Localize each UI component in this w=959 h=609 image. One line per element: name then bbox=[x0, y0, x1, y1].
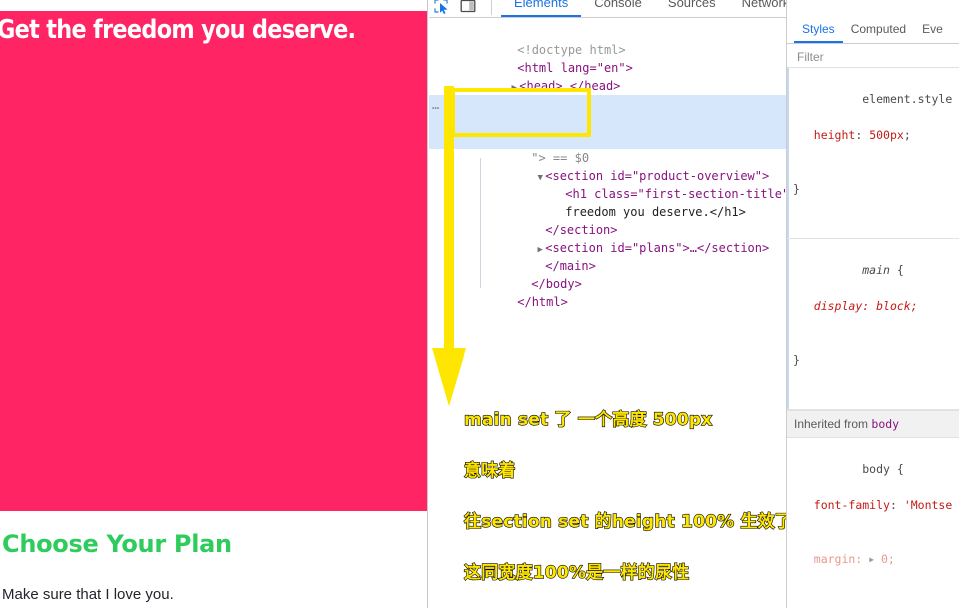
dom-line-head[interactable]: ▶ <head>…</head> bbox=[429, 59, 786, 93]
annotation-note-2: 意味着 bbox=[463, 460, 516, 481]
styles-filter-bar[interactable] bbox=[787, 45, 959, 68]
styles-rules-list: element.style { height: 500px; } main { … bbox=[787, 68, 959, 608]
style-rule-element-style[interactable]: element.style { height: 500px; } bbox=[787, 68, 959, 239]
rule-close-brace-0: } bbox=[793, 182, 800, 196]
colon-3: : bbox=[855, 552, 870, 566]
styles-filter-input[interactable] bbox=[795, 49, 949, 65]
device-toolbar-icon[interactable] bbox=[459, 0, 477, 15]
dom-line-h1-part2[interactable]: freedom you deserve.</h1> bbox=[429, 185, 786, 219]
plans-subtitle: Make sure that I love you. bbox=[2, 586, 174, 603]
tab-computed[interactable]: Computed bbox=[843, 17, 914, 43]
rule-open-brace-0: { bbox=[952, 92, 959, 106]
declaration-height[interactable]: height: 500px; bbox=[793, 126, 959, 144]
style-rule-main[interactable]: main { display: block; } bbox=[787, 239, 959, 410]
dom-line-html-close[interactable]: </html> bbox=[429, 275, 786, 309]
screenshot-root: Get the freedom you deserve. Choose Your… bbox=[0, 0, 959, 608]
annotation-note-1: main set 了 一个高度 500px bbox=[463, 409, 713, 430]
style-rule-body[interactable]: body { font-family: 'Montse margin: ▶ 0;… bbox=[787, 438, 959, 608]
dom-line-main-close[interactable]: </main> bbox=[429, 239, 786, 273]
dom-line-body-open[interactable]: ▼<body> bbox=[429, 77, 786, 111]
semicolon-1: ; bbox=[910, 299, 918, 313]
dom-line-section-plans[interactable]: ▶ <section id="plans">…</section> bbox=[429, 221, 786, 255]
dom-line-main-attr-close[interactable]: "> == $0 bbox=[429, 131, 786, 165]
tab-console[interactable]: Console bbox=[581, 0, 655, 17]
indent-guide-1 bbox=[480, 158, 481, 288]
rule-selector-element-style[interactable]: element.style bbox=[862, 92, 952, 106]
tab-sources[interactable]: Sources bbox=[655, 0, 729, 17]
dom-line-html-open[interactable]: <html lang="en"> bbox=[429, 41, 786, 75]
dom-line-body-close[interactable]: </body> bbox=[429, 257, 786, 291]
colon-2: : bbox=[889, 498, 904, 512]
devtools-panel: Elements Console Sources Network Perform… bbox=[429, 0, 959, 608]
expand-margin-icon[interactable]: ▶ bbox=[869, 551, 874, 569]
html-close-text: </html> bbox=[517, 295, 568, 309]
rule-close-brace-2: } bbox=[793, 605, 959, 609]
declaration-margin[interactable]: margin: ▶ 0; bbox=[793, 550, 959, 569]
declaration-property-height[interactable]: height bbox=[814, 128, 856, 142]
rule-open-brace-2: { bbox=[889, 462, 904, 476]
declaration-value-font-family[interactable]: 'Montse bbox=[904, 498, 952, 512]
declaration-value-display[interactable]: block bbox=[876, 299, 911, 313]
declaration-display[interactable]: display: block; bbox=[793, 297, 959, 315]
declaration-value-height[interactable]: 500px bbox=[869, 128, 904, 142]
node-badge-ellipsis-icon[interactable]: … bbox=[432, 96, 440, 114]
dom-tree: <!doctype html> <html lang="en"> ▶ <head>… bbox=[429, 23, 786, 309]
plans-section: Choose Your Plan Make sure that I love y… bbox=[0, 511, 427, 608]
declaration-property-display[interactable]: display bbox=[814, 299, 862, 313]
styles-sidebar: Styles Computed Eve element.style { heig… bbox=[786, 0, 959, 608]
inspect-element-icon[interactable] bbox=[432, 0, 450, 15]
inherited-header-body: Inherited from body bbox=[787, 410, 959, 438]
rule-selector-body[interactable]: body bbox=[862, 462, 890, 476]
page-viewport: Get the freedom you deserve. Choose Your… bbox=[0, 0, 428, 608]
declaration-property-margin[interactable]: margin bbox=[814, 552, 856, 566]
product-overview-section: Get the freedom you deserve. bbox=[0, 11, 427, 511]
toolbar-divider bbox=[491, 0, 492, 15]
declaration-value-margin[interactable]: 0; bbox=[881, 552, 895, 566]
dom-line-doctype[interactable]: <!doctype html> bbox=[429, 23, 786, 57]
rule-close-brace-1: } bbox=[793, 353, 800, 367]
colon-1: : bbox=[862, 299, 877, 313]
rule-selector-main[interactable]: main bbox=[862, 263, 890, 277]
dom-line-h1-part1[interactable]: <h1 class="first-section-title">Get the bbox=[429, 167, 786, 201]
annotation-note-4: 这同宽度100%是一样的尿性 bbox=[463, 562, 690, 583]
styles-tabbar: Styles Computed Eve bbox=[787, 17, 959, 44]
colon-0: : bbox=[855, 128, 870, 142]
tab-styles[interactable]: Styles bbox=[794, 17, 843, 43]
annotation-notes: main set 了 一个高度 500px 意味着 往section set 的… bbox=[463, 405, 824, 609]
dom-line-main-style[interactable]: height: 500px; bbox=[429, 113, 786, 147]
tab-elements[interactable]: Elements bbox=[501, 0, 582, 17]
declaration-font-family[interactable]: font-family: 'Montse bbox=[793, 496, 959, 514]
inherited-source-body: body bbox=[871, 417, 900, 431]
inherited-label-body: Inherited from bbox=[794, 417, 869, 431]
declaration-property-font-family[interactable]: font-family bbox=[814, 498, 890, 512]
dom-line-section-product-overview[interactable]: ▼ <section id="product-overview"> bbox=[429, 149, 786, 183]
tab-event-listeners[interactable]: Eve bbox=[914, 17, 951, 43]
semicolon-0: ; bbox=[903, 128, 911, 142]
dom-line-main-open[interactable]: … ▼<main style=" bbox=[429, 95, 786, 147]
hero-title: Get the freedom you deserve. bbox=[0, 15, 356, 45]
devtools-toolbar-icons bbox=[432, 0, 477, 16]
annotation-note-3: 往section set 的height 100% 生效了 bbox=[463, 511, 793, 532]
plans-title: Choose Your Plan bbox=[2, 530, 232, 558]
dom-line-section-po-close[interactable]: </section> bbox=[429, 203, 786, 237]
rule-open-brace-1: { bbox=[889, 263, 904, 277]
